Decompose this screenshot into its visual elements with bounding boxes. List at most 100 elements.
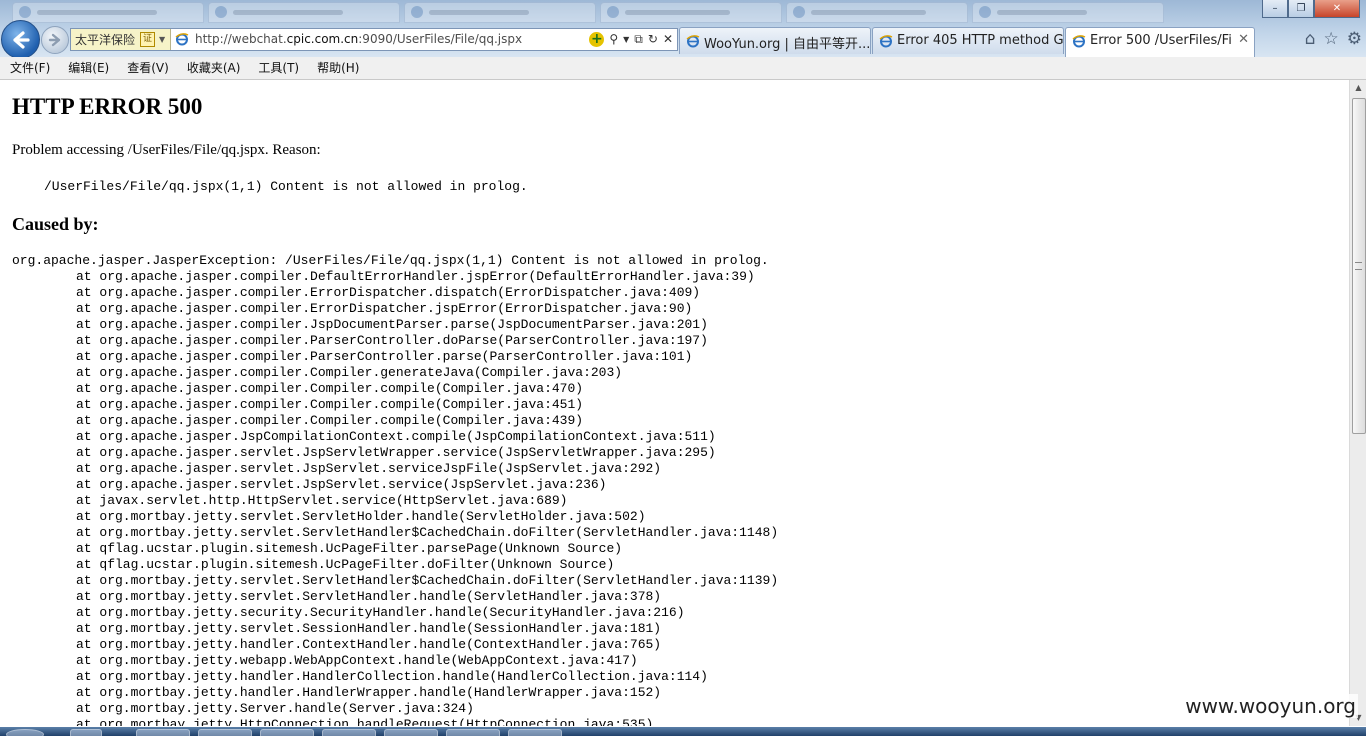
taskbar-app[interactable] bbox=[198, 729, 252, 736]
forward-arrow-icon bbox=[48, 33, 61, 47]
stack-frame-line: at org.apache.jasper.compiler.Compiler.c… bbox=[76, 381, 584, 396]
taskbar-app[interactable] bbox=[322, 729, 376, 736]
stack-frame-line: at org.mortbay.jetty.handler.HandlerWrap… bbox=[76, 685, 662, 700]
menu-view[interactable]: 查看(V) bbox=[117, 57, 177, 79]
restore-button[interactable]: ❐ bbox=[1288, 0, 1314, 18]
minimize-button[interactable]: – bbox=[1262, 0, 1288, 18]
go-icon[interactable]: + bbox=[589, 32, 605, 47]
stack-frame-line: at org.apache.jasper.compiler.DefaultErr… bbox=[76, 269, 755, 284]
tab-error-405[interactable]: Error 405 HTTP method G... bbox=[872, 27, 1076, 54]
url-prefix: http://webchat. bbox=[195, 32, 287, 46]
url-suffix: :9090/UserFiles/File/qq.jspx bbox=[358, 32, 523, 46]
menu-favorites[interactable]: 收藏夹(A) bbox=[177, 57, 249, 79]
menu-bar: 文件(F) 编辑(E) 查看(V) 收藏夹(A) 工具(T) 帮助(H) bbox=[0, 57, 1366, 80]
stack-frame-line: at org.apache.jasper.compiler.Compiler.c… bbox=[76, 397, 584, 412]
stack-frame-line: at org.mortbay.jetty.servlet.ServletHand… bbox=[76, 589, 662, 604]
stack-frame-line: at org.mortbay.jetty.servlet.ServletHand… bbox=[76, 525, 779, 540]
ie-tab-icon bbox=[879, 35, 893, 48]
scrollbar-grip bbox=[1355, 262, 1362, 270]
tab-label: Error 500 /UserFiles/Fil... bbox=[1090, 33, 1232, 48]
stack-frame-line: at org.apache.jasper.servlet.JspServlet.… bbox=[76, 477, 607, 492]
tools-gear-icon[interactable]: ⚙ bbox=[1347, 29, 1362, 49]
stop-icon[interactable]: ✕ bbox=[663, 31, 673, 48]
search-icon[interactable]: ⚲ bbox=[609, 31, 618, 48]
certificate-badge-icon: 证 bbox=[140, 32, 156, 47]
page-content: HTTP ERROR 500 Problem accessing /UserFi… bbox=[0, 80, 1349, 726]
forward-button[interactable] bbox=[41, 26, 69, 54]
ie-tab-icon bbox=[1072, 35, 1086, 48]
taskbar-app[interactable] bbox=[508, 729, 562, 736]
stack-frame-line: at org.mortbay.jetty.servlet.ServletHold… bbox=[76, 509, 646, 524]
start-button[interactable] bbox=[6, 729, 44, 736]
menu-file[interactable]: 文件(F) bbox=[0, 57, 58, 79]
stack-frame-line: at org.apache.jasper.compiler.Compiler.c… bbox=[76, 413, 584, 428]
search-dropdown-icon[interactable]: ▼ bbox=[623, 31, 629, 48]
stack-frame-line: at org.mortbay.jetty.security.SecurityHa… bbox=[76, 605, 685, 620]
address-bar[interactable]: 太平洋保险 证 ▼ http://webchat.cpic.com.cn:909… bbox=[70, 28, 678, 51]
close-window-button[interactable]: ✕ bbox=[1314, 0, 1360, 18]
stack-frame-line: at org.mortbay.jetty.handler.ContextHand… bbox=[76, 637, 662, 652]
back-button[interactable] bbox=[1, 20, 40, 59]
back-arrow-icon bbox=[12, 30, 30, 49]
browser-toolbar-right: ⌂ ☆ ⚙ bbox=[1305, 29, 1362, 49]
certificate-label: 太平洋保险 bbox=[75, 33, 136, 47]
stack-frame-line: at org.apache.jasper.compiler.ErrorDispa… bbox=[76, 285, 701, 300]
watermark: www.wooyun.org bbox=[1183, 694, 1358, 718]
background-tab[interactable] bbox=[600, 2, 782, 23]
home-icon[interactable]: ⌂ bbox=[1305, 29, 1316, 49]
stack-trace: org.apache.jasper.JasperException: /User… bbox=[12, 253, 778, 726]
url-input[interactable]: http://webchat.cpic.com.cn:9090/UserFile… bbox=[195, 32, 522, 46]
stack-frame-line: at org.apache.jasper.JspCompilationConte… bbox=[76, 429, 716, 444]
certificate-dropdown-icon[interactable]: ▼ bbox=[159, 35, 165, 44]
ie-page-icon bbox=[175, 33, 189, 46]
stack-frame-line: at org.mortbay.jetty.HttpConnection.hand… bbox=[76, 717, 654, 726]
menu-tools[interactable]: 工具(T) bbox=[248, 57, 307, 79]
taskbar-app[interactable] bbox=[446, 729, 500, 736]
tab-label: WooYun.org | 自由平等开... bbox=[704, 37, 871, 52]
stack-frame-line: at org.apache.jasper.compiler.ParserCont… bbox=[76, 333, 708, 348]
favorites-star-icon[interactable]: ☆ bbox=[1324, 29, 1339, 49]
background-tab[interactable] bbox=[208, 2, 400, 23]
stack-frame-line: at org.mortbay.jetty.handler.HandlerColl… bbox=[76, 669, 708, 684]
exception-line: org.apache.jasper.JasperException: /User… bbox=[12, 253, 769, 268]
taskbar bbox=[0, 727, 1366, 736]
stack-frame-line: at org.apache.jasper.servlet.JspServletW… bbox=[76, 445, 716, 460]
stack-frame-line: at org.mortbay.jetty.Server.handle(Serve… bbox=[76, 701, 474, 716]
background-windows bbox=[0, 0, 1260, 23]
background-tab[interactable] bbox=[404, 2, 596, 23]
taskbar-app[interactable] bbox=[136, 729, 190, 736]
tab-wooyun[interactable]: WooYun.org | 自由平等开... bbox=[679, 27, 871, 54]
tab-error-500[interactable]: Error 500 /UserFiles/Fil... ✕ bbox=[1065, 27, 1255, 57]
stack-frame-line: at org.mortbay.jetty.servlet.SessionHand… bbox=[76, 621, 662, 636]
stack-frame-line: at org.apache.jasper.compiler.Compiler.g… bbox=[76, 365, 623, 380]
stack-frame-line: at org.apache.jasper.servlet.JspServlet.… bbox=[76, 461, 662, 476]
problem-text: Problem accessing /UserFiles/File/qq.jsp… bbox=[12, 142, 321, 158]
address-tools: + ⚲ ▼ ⧉ ↻ ✕ bbox=[589, 31, 673, 48]
background-tab[interactable] bbox=[972, 2, 1164, 23]
caused-by-heading: Caused by: bbox=[12, 214, 99, 234]
taskbar-app[interactable] bbox=[70, 729, 102, 736]
stack-frame-line: at org.apache.jasper.compiler.JspDocumen… bbox=[76, 317, 708, 332]
stack-frame-line: at org.apache.jasper.compiler.ErrorDispa… bbox=[76, 301, 693, 316]
stack-frame-line: at org.mortbay.jetty.webapp.WebAppContex… bbox=[76, 653, 638, 668]
taskbar-app[interactable] bbox=[384, 729, 438, 736]
ie-tab-icon bbox=[686, 35, 700, 48]
tab-label: Error 405 HTTP method G... bbox=[897, 33, 1076, 48]
refresh-icon[interactable]: ↻ bbox=[648, 31, 658, 48]
compatibility-view-icon[interactable]: ⧉ bbox=[634, 31, 643, 48]
taskbar-app[interactable] bbox=[260, 729, 314, 736]
page-title: HTTP ERROR 500 bbox=[12, 94, 203, 119]
certificate-indicator[interactable]: 太平洋保险 证 ▼ bbox=[71, 29, 171, 50]
tab-close-icon[interactable]: ✕ bbox=[1238, 32, 1249, 47]
background-tab[interactable] bbox=[786, 2, 968, 23]
menu-edit[interactable]: 编辑(E) bbox=[58, 57, 117, 79]
background-tab[interactable] bbox=[12, 2, 204, 23]
stack-frame-line: at qflag.ucstar.plugin.sitemesh.UcPageFi… bbox=[76, 541, 623, 556]
vertical-scrollbar[interactable]: ▲ ▼ bbox=[1349, 80, 1366, 726]
window-controls: – ❐ ✕ bbox=[1262, 0, 1360, 18]
menu-help[interactable]: 帮助(H) bbox=[307, 57, 367, 79]
scroll-up-icon[interactable]: ▲ bbox=[1350, 80, 1366, 96]
url-host: cpic.com.cn bbox=[286, 32, 359, 46]
stack-frame-line: at org.apache.jasper.compiler.ParserCont… bbox=[76, 349, 693, 364]
stack-frame-line: at org.mortbay.jetty.servlet.ServletHand… bbox=[76, 573, 779, 588]
